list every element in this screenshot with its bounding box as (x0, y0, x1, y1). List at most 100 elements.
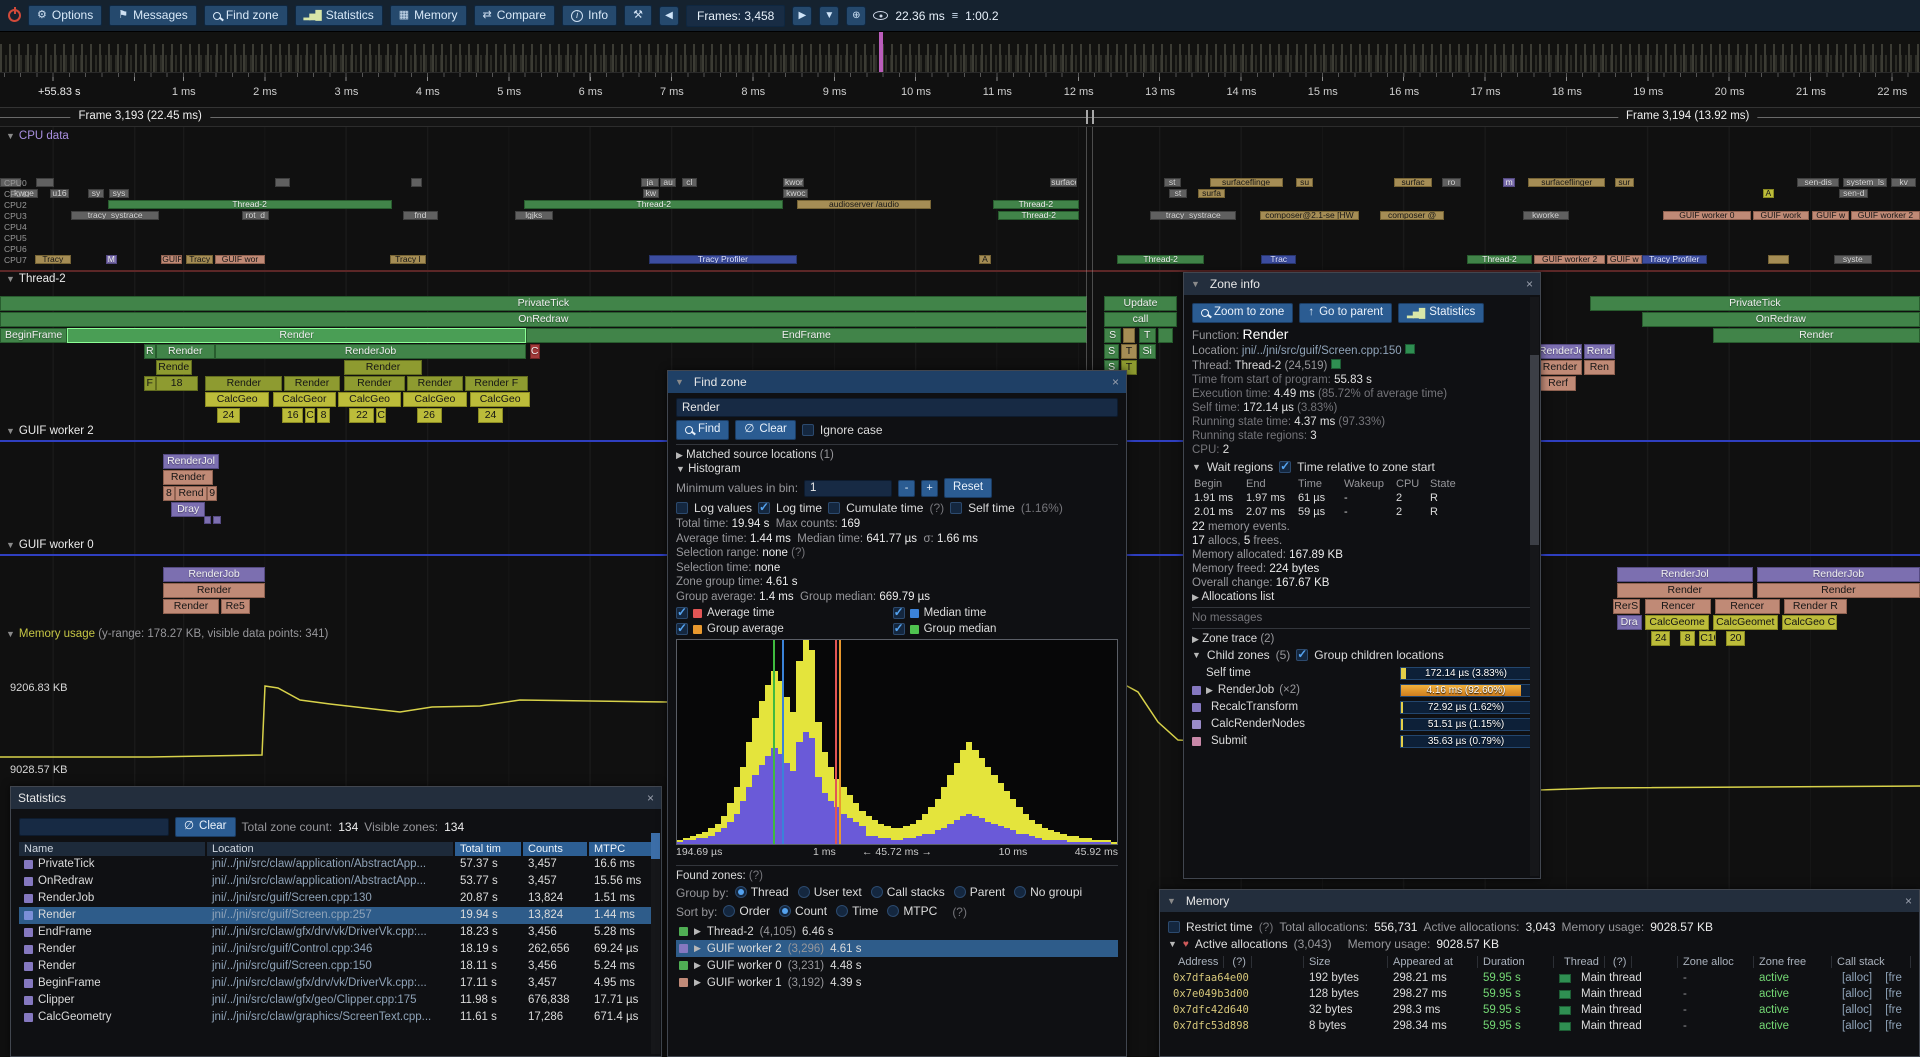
legend-item[interactable]: Group average (676, 623, 893, 635)
time-ruler[interactable]: +55.83 s 1 ms2 ms3 ms4 ms5 ms6 ms7 ms8 m… (0, 73, 1920, 108)
statistics-row[interactable]: CalcGeometry jni/../jni/src/claw/graphic… (19, 1009, 653, 1026)
timeline-zone[interactable]: Update (1104, 296, 1177, 311)
decrement-button[interactable]: - (898, 480, 915, 497)
child-zone-row[interactable]: CalcRenderNodes 51.51 µs (1.15%) (1192, 716, 1532, 733)
source-color-box[interactable] (1405, 344, 1415, 354)
col-appeared-at[interactable]: Appeared at (1388, 956, 1478, 968)
timeline-zone[interactable]: Render (67, 328, 526, 343)
histogram-section[interactable]: ▼ Histogram (676, 463, 1118, 475)
frame-label[interactable]: Frame 3,193 (22.45 ms) (70, 110, 209, 122)
zone-info-titlebar[interactable]: ▼ Zone info × (1184, 273, 1540, 295)
timeline-zone[interactable]: S (1104, 328, 1121, 343)
radio-option[interactable]: Order (723, 904, 770, 918)
timeline-zone[interactable]: 20 (1726, 631, 1745, 646)
close-icon[interactable]: × (1905, 894, 1912, 908)
wait-region-row[interactable]: 1.91 ms1.97 ms61 µs-2R (1192, 491, 1532, 505)
allocation-address[interactable]: 0x7dfc42d640 (1168, 1004, 1304, 1016)
timeline-zone[interactable]: CalcGeo (470, 392, 530, 407)
timeline-zone[interactable]: 18 (156, 376, 198, 391)
allocation-row[interactable]: 0x7dfc53d898 8 bytes 298.34 ms 59.95 s M… (1168, 1018, 1911, 1034)
timeline-zone[interactable]: C10 (1699, 631, 1716, 646)
child-zone-row[interactable]: RecalcTransform 72.92 µs (1.62%) (1192, 699, 1532, 716)
group-children-checkbox[interactable] (1296, 649, 1308, 661)
statistics-row[interactable]: Render jni/../jni/src/guif/Screen.cpp:15… (19, 958, 653, 975)
allocation-address[interactable]: 0x7dfaa64e00 (1168, 972, 1304, 984)
statistics-row[interactable]: PrivateTick jni/../jni/src/claw/applicat… (19, 856, 653, 873)
timeline-zone[interactable] (1158, 328, 1173, 343)
time-relative-checkbox[interactable] (1279, 461, 1291, 473)
allocation-appeared[interactable]: 298.21 ms (1388, 972, 1478, 984)
options-button[interactable]: ⚙Options (28, 5, 102, 26)
timeline-zone[interactable]: Rend (1584, 344, 1615, 359)
call-stack-cell[interactable]: [alloc] [fre (1832, 1004, 1911, 1016)
timeline-zone[interactable]: RenderJol (1617, 567, 1753, 582)
prev-frame-button[interactable]: ◀ (659, 6, 679, 26)
find-zone-search-input[interactable] (676, 398, 1118, 417)
timeline-zone[interactable]: 8 (317, 408, 330, 423)
timeline-zone[interactable]: 9 (207, 486, 217, 501)
statistics-row[interactable]: OnRedraw jni/../jni/src/claw/application… (19, 873, 653, 890)
radio-option[interactable]: Parent (954, 885, 1005, 899)
info-button[interactable]: iInfo (562, 5, 617, 26)
timeline-zone[interactable]: Render (163, 583, 265, 598)
messages-button[interactable]: ⚑Messages (109, 5, 197, 26)
col-counts[interactable]: Counts (523, 842, 587, 856)
close-icon[interactable]: × (1526, 277, 1533, 291)
ignore-case-checkbox[interactable] (802, 424, 814, 436)
timeline-zone[interactable]: OnRedraw (0, 312, 1087, 327)
timeline-zone[interactable] (204, 516, 212, 524)
allocation-row[interactable]: 0x7dfaa64e00 192 bytes 298.21 ms 59.95 s… (1168, 970, 1911, 986)
timeline-zone[interactable]: RenderJo (1538, 344, 1582, 359)
found-zone-group[interactable]: ▶ GUIF worker 0 (3,231) 4.48 s (676, 957, 1118, 974)
radio-option[interactable]: Thread (735, 885, 789, 899)
found-zone-group[interactable]: ▶ GUIF worker 1 (3,192) 4.39 s (676, 974, 1118, 991)
legend-item[interactable]: Group median (893, 623, 1110, 635)
radio-option[interactable]: Count (779, 904, 827, 918)
radio-option[interactable]: No groupi (1014, 885, 1082, 899)
timeline-zone[interactable]: CalcGeor (273, 392, 336, 407)
timeline-zone[interactable]: CalcGeome (1645, 615, 1708, 630)
child-zone-row[interactable]: ▶ RenderJob (×2) 4.16 ms (92.60%) (1192, 682, 1532, 699)
allocation-appeared[interactable]: 298.27 ms (1388, 988, 1478, 1000)
timeline-zone[interactable] (213, 516, 221, 524)
found-zone-group[interactable]: ▶ Thread-2 (4,105) 6.46 s (676, 923, 1118, 940)
legend-item[interactable]: Median time (893, 607, 1110, 619)
timeline-zone[interactable]: 8 (163, 486, 175, 501)
find-button[interactable]: Find (676, 420, 729, 440)
timeline-zone[interactable]: Render R (1784, 599, 1847, 614)
memory-titlebar[interactable]: ▼ Memory × (1160, 890, 1919, 912)
collapse-icon[interactable]: ▼ (1192, 462, 1201, 472)
timeline-zone[interactable]: Render (1617, 583, 1753, 598)
timeline-zone[interactable]: 24 (478, 408, 503, 423)
statistics-titlebar[interactable]: Statistics × (11, 787, 661, 809)
matched-source-locations[interactable]: ▶ Matched source locations (1) (676, 449, 1118, 461)
timeline-zone[interactable]: Re5 (221, 599, 250, 614)
timeline-zone[interactable]: 22 (349, 408, 374, 423)
log-values-checkbox[interactable] (676, 502, 688, 514)
timeline-zone[interactable]: C (530, 344, 540, 359)
clear-button[interactable]: ∅Clear (735, 420, 796, 440)
timeline-zone[interactable]: Render (407, 376, 463, 391)
timeline-zone[interactable]: RenderJob (1757, 567, 1920, 582)
thread-color-box[interactable] (1331, 359, 1341, 369)
col-call-stack[interactable]: Call stack (1832, 956, 1911, 968)
child-zone-row[interactable]: Submit 35.63 µs (0.79%) (1192, 733, 1532, 750)
col-mtpc[interactable]: MTPC (589, 842, 653, 856)
allocation-thread[interactable]: Main thread (1554, 1020, 1678, 1032)
radio-option[interactable]: Call stacks (871, 885, 945, 899)
min-bin-input[interactable] (804, 480, 892, 497)
child-zones-label[interactable]: Child zones (1207, 648, 1270, 662)
timeline-zone[interactable]: Rerf (1540, 376, 1576, 391)
timeline-zone[interactable]: Dra (1617, 615, 1642, 630)
timeline-zone[interactable]: CalcGeomet (1713, 615, 1778, 630)
compare-button[interactable]: ⇄Compare (474, 5, 556, 26)
frame-label[interactable]: Frame 3,194 (13.92 ms) (1618, 110, 1757, 122)
timeline-zone[interactable]: S (1104, 344, 1119, 359)
allocation-appeared[interactable]: 298.3 ms (1388, 1004, 1478, 1016)
find-zone-titlebar[interactable]: ▼ Find zone × (668, 371, 1126, 393)
col-location[interactable]: Location (207, 842, 453, 856)
allocation-address[interactable]: 0x7dfc53d898 (1168, 1020, 1304, 1032)
timeline-zone[interactable]: Ren (1584, 360, 1615, 375)
memory-usage-header[interactable]: ▼Memory usage (y-range: 178.27 KB, visib… (6, 628, 328, 640)
allocation-row[interactable]: 0x7dfc42d640 32 bytes 298.3 ms 59.95 s M… (1168, 1002, 1911, 1018)
